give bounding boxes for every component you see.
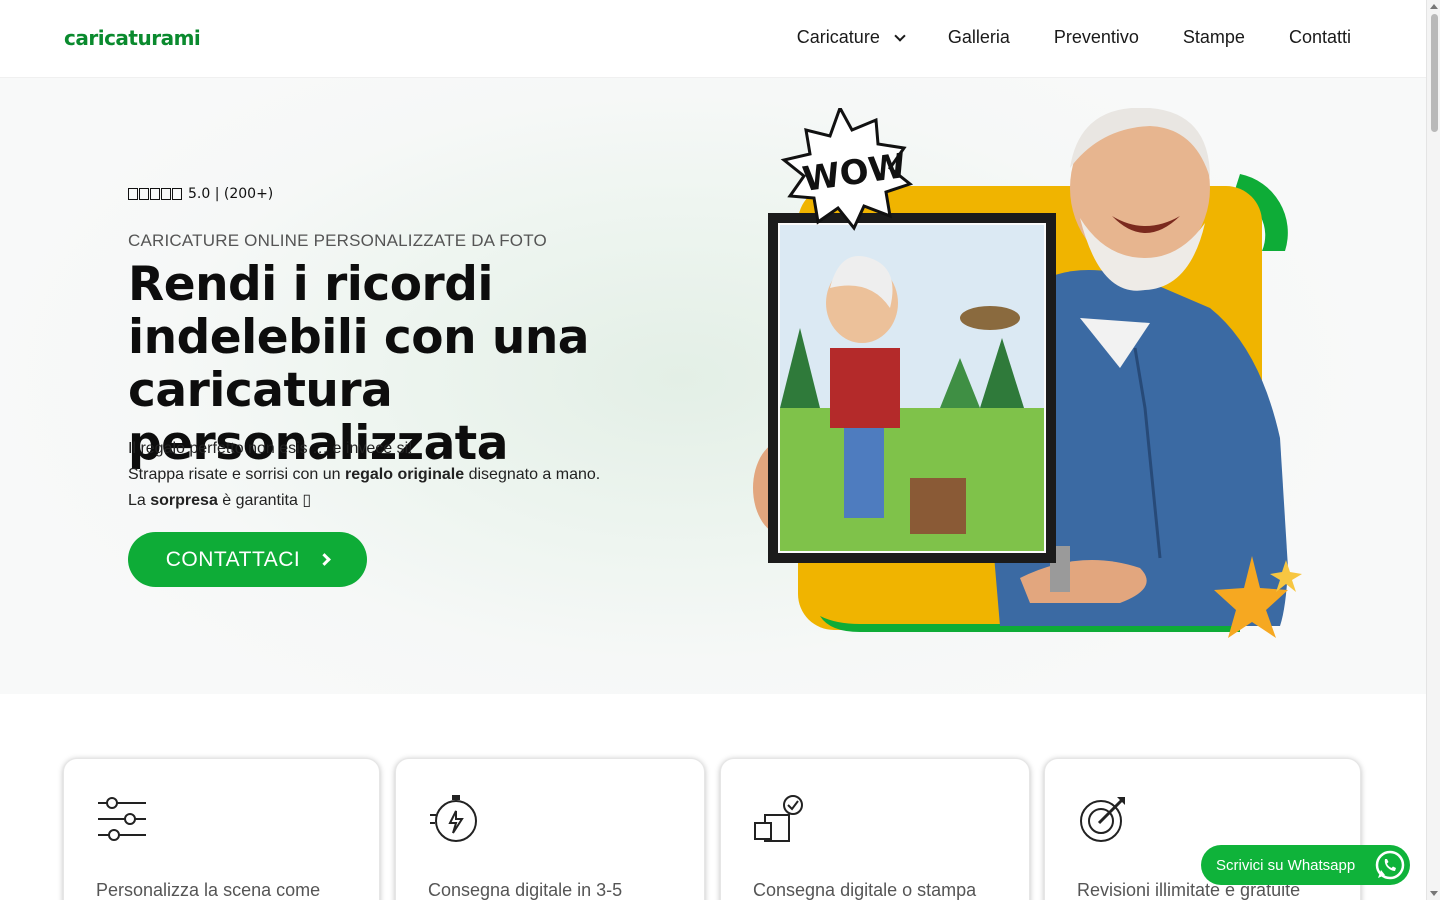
hero-subtitle: CARICATURE ONLINE PERSONALIZZATE DA FOTO: [128, 231, 547, 250]
rating-stars-icon: [128, 188, 182, 200]
nav-item-galleria[interactable]: Galleria: [948, 27, 1010, 48]
rating: 5.0 | (200+): [128, 186, 273, 202]
feature-card: Personalizza la scena come: [63, 758, 380, 900]
main-nav: Caricature Galleria Preventivo Stampe Co…: [797, 27, 1351, 48]
nav-item-contatti[interactable]: Contatti: [1289, 27, 1351, 48]
nav-item-preventivo[interactable]: Preventivo: [1054, 27, 1139, 48]
delivery-box-icon: [754, 795, 803, 842]
chevron-down-icon: [894, 29, 906, 42]
rating-text: 5.0 | (200+): [188, 186, 274, 202]
feature-card: Consegna digitale in 3-5: [395, 758, 705, 900]
whatsapp-label: Scrivici su Whatsapp: [1216, 856, 1356, 874]
page-scrollbar[interactable]: [1426, 0, 1440, 900]
desc-line: Strappa risate e sorrisi con un regalo o…: [128, 466, 601, 483]
feature-cards: Personalizza la scena come Consegna digi…: [63, 758, 1363, 900]
nav-item-label: Galleria: [947, 27, 1010, 47]
scroll-down-icon[interactable]: [1430, 891, 1438, 896]
hero-description: Il regalo perfetto non esis … e invece s…: [128, 436, 600, 514]
feature-card: Consegna digitale o stampa: [720, 758, 1030, 900]
feature-text: Personalizza la scena come: [96, 880, 321, 900]
revision-pencil-icon: [1080, 797, 1125, 842]
nav-item-stampe[interactable]: Stampe: [1183, 27, 1245, 48]
hero-illustration: WOW: [753, 108, 1302, 638]
nav-item-label: Caricature: [796, 27, 880, 47]
scroll-thumb[interactable]: [1431, 14, 1438, 132]
whatsapp-icon: [1375, 850, 1405, 880]
stopwatch-icon: [430, 795, 477, 842]
nav-item-label: Contatti: [1288, 27, 1351, 47]
desc-line: Il regalo perfetto non esis … e invece s…: [128, 440, 413, 457]
desc-line: La sorpresa è garantita ▯: [128, 492, 312, 509]
feature-text: Consegna digitale in 3-5: [428, 880, 623, 900]
cta-label: CONTATTACI: [165, 547, 301, 571]
scroll-up-icon[interactable]: [1430, 4, 1438, 9]
sliders-icon: [98, 797, 146, 841]
hero-section: 5.0 | (200+) CARICATURE ONLINE PERSONALI…: [0, 78, 1426, 694]
whatsapp-button[interactable]: Scrivici su Whatsapp: [1201, 845, 1410, 885]
nav-item-label: Preventivo: [1053, 27, 1139, 47]
contact-cta-button[interactable]: CONTATTACI: [128, 532, 367, 587]
site-header: caricaturami Caricature Galleria Prevent…: [0, 0, 1426, 78]
feature-text: Consegna digitale o stampa: [753, 880, 977, 900]
chevron-right-icon: [318, 553, 332, 566]
nav-item-label: Stampe: [1182, 27, 1245, 47]
nav-item-caricature[interactable]: Caricature: [796, 27, 906, 48]
logo[interactable]: caricaturami: [64, 26, 201, 50]
